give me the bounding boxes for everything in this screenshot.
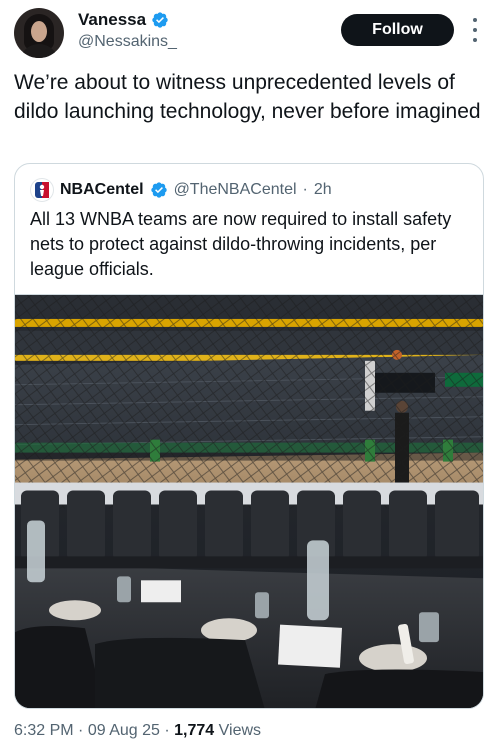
verified-badge-icon [150, 182, 167, 198]
views-label: Views [218, 722, 262, 739]
quoted-tweet-text: All 13 WNBA teams are now required to in… [30, 209, 452, 279]
more-dot [473, 28, 477, 32]
quoted-time[interactable]: 2h [314, 181, 332, 199]
quoted-handle[interactable]: @TheNBACentel [174, 181, 297, 199]
quoted-display-name[interactable]: NBACentel [60, 181, 144, 199]
tweet-header: Vanessa @Nessakins_ Follow [14, 8, 484, 60]
avatar-face [31, 21, 47, 42]
tweet-text: We’re about to witness unprecedented lev… [14, 71, 481, 123]
verified-badge-icon [152, 12, 168, 28]
arena-photo[interactable] [15, 294, 484, 709]
meta-separator: · [78, 722, 84, 739]
quoted-separator: · [302, 181, 308, 198]
follow-button[interactable]: Follow [341, 14, 454, 46]
quoted-tweet-header: NBACentel @TheNBACentel · 2h [30, 178, 332, 202]
more-options-icon[interactable] [466, 18, 484, 42]
author-display-name-row[interactable]: Vanessa [78, 9, 177, 31]
quoted-avatar[interactable] [30, 178, 54, 202]
nba-logo-icon [35, 182, 49, 198]
quoted-tweet[interactable]: NBACentel @TheNBACentel · 2h All 13 WNBA… [14, 163, 484, 709]
meta-separator: · [164, 722, 170, 739]
more-dot [473, 18, 477, 22]
avatar[interactable] [14, 8, 64, 58]
post-date[interactable]: 09 Aug 25 [88, 722, 160, 739]
post-time[interactable]: 6:32 PM [14, 722, 74, 739]
author-display-name[interactable]: Vanessa [78, 9, 146, 31]
author-names: Vanessa @Nessakins_ [78, 9, 177, 53]
views-count: 1,774 [174, 722, 215, 739]
tweet-meta: 6:32 PM · 09 Aug 25 · 1,774 Views [14, 720, 261, 742]
author-handle[interactable]: @Nessakins_ [78, 31, 177, 53]
more-dot [473, 38, 477, 42]
